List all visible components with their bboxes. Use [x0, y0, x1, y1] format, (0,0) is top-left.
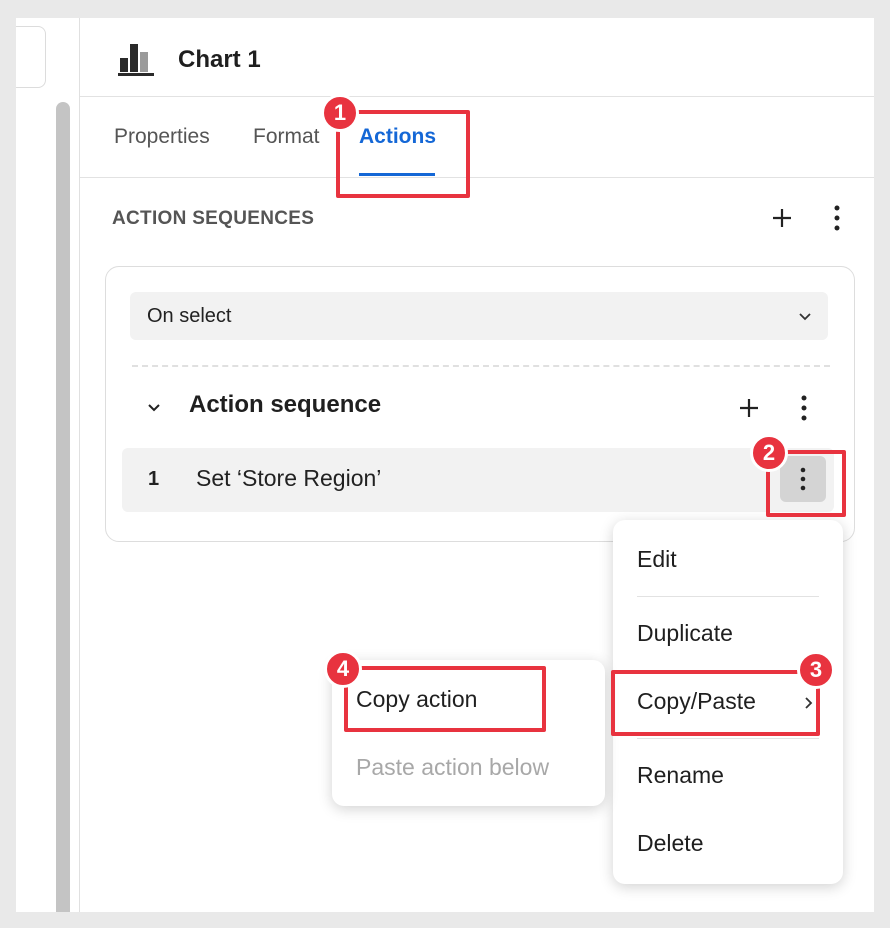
tab-bar: Properties Format Actions [80, 97, 874, 178]
menu-item-rename[interactable]: Rename [637, 762, 724, 789]
add-sequence-button[interactable] [767, 203, 797, 233]
submenu-item-paste-action-below: Paste action below [356, 754, 550, 780]
annotation-badge: 1 [321, 94, 359, 132]
dashed-divider [132, 365, 830, 367]
action-sequence-card: On select Action sequence 1 Set ‘Store R… [105, 266, 855, 542]
add-action-button[interactable] [734, 393, 764, 423]
left-input-box[interactable] [16, 26, 46, 88]
left-scrollbar[interactable] [56, 102, 70, 912]
menu-divider [637, 596, 819, 597]
sequence-more-button[interactable] [789, 393, 819, 423]
kebab-icon [834, 205, 840, 231]
annotation-highlight-copy-action [344, 666, 546, 732]
annotation-badge: 4 [324, 650, 362, 688]
section-more-button[interactable] [822, 203, 852, 233]
chart-title: Chart 1 [178, 46, 261, 73]
chevron-down-icon [799, 313, 811, 321]
tab-format[interactable]: Format [253, 125, 320, 149]
trigger-select[interactable]: On select [130, 292, 828, 340]
action-row[interactable]: 1 Set ‘Store Region’ [122, 448, 834, 512]
section-title: ACTION SEQUENCES [112, 208, 315, 229]
kebab-icon [801, 395, 807, 421]
annotation-highlight-copy-paste [611, 670, 820, 736]
annotation-highlight-actions-tab [336, 110, 470, 198]
collapse-chevron-icon[interactable] [144, 397, 164, 417]
action-index: 1 [148, 468, 160, 490]
action-label: Set ‘Store Region’ [196, 465, 382, 491]
menu-divider [637, 738, 819, 739]
annotation-badge: 2 [750, 434, 788, 472]
plus-icon [773, 209, 791, 227]
annotation-badge: 3 [797, 651, 835, 689]
bar-chart-icon [118, 44, 154, 76]
panel-header: Chart 1 [80, 18, 874, 97]
menu-item-delete[interactable]: Delete [637, 830, 703, 857]
app-frame: Chart 1 Properties Format Actions ACTION… [16, 18, 874, 912]
plus-icon [740, 399, 758, 417]
menu-item-edit[interactable]: Edit [637, 546, 677, 573]
menu-item-duplicate[interactable]: Duplicate [637, 620, 733, 647]
tab-properties[interactable]: Properties [114, 125, 210, 149]
sequence-title: Action sequence [189, 391, 382, 418]
left-canvas-strip [16, 18, 79, 912]
trigger-select-value: On select [147, 305, 232, 327]
